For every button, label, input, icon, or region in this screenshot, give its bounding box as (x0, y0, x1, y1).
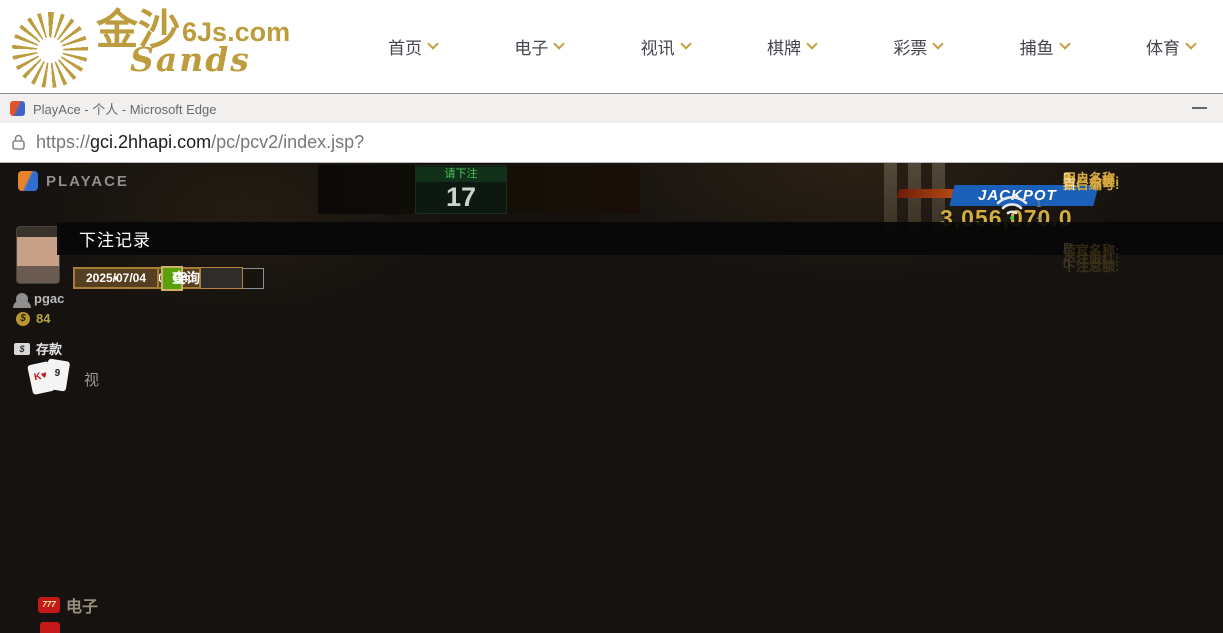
user-info-panel-dim: 荷官名称: R 下注限红: 2 下注总额: 0 (1063, 240, 1223, 256)
avatar (16, 226, 60, 284)
timer-countdown: 17 (416, 182, 506, 213)
modal-title: 下注记录 (57, 222, 1223, 255)
nav-item[interactable]: 棋牌 (767, 34, 816, 59)
chevron-down-icon (806, 38, 817, 49)
brand-logo: 金沙 6Js.com Sands (0, 6, 352, 88)
brand-name-en: Sands (130, 40, 290, 79)
balance-row: $ 84 (16, 311, 50, 326)
screen: 金沙 6Js.com Sands 首页 电子 视讯 棋牌 彩票 捕鱼 体育 (0, 0, 1223, 633)
timer-label: 请下注 (416, 167, 506, 182)
money-bag-icon: $ (16, 312, 30, 326)
search-form: 局号 订单号 平台类型 1.全部 下注时间 (美东) 20 (57, 255, 73, 330)
chevron-down-icon (1059, 38, 1070, 49)
chevron-down-icon (554, 38, 565, 49)
chevron-down-icon (933, 38, 944, 49)
playace-logo: PLAYACE (18, 171, 129, 191)
nav-item[interactable]: 首页 (388, 34, 437, 59)
minimize-button[interactable] (1192, 107, 1207, 109)
bet-timer-bar: 请下注 17 (318, 165, 640, 214)
top-nav: 首页 电子 视讯 棋牌 彩票 捕鱼 体育 (352, 34, 1223, 59)
nav-item[interactable]: 捕鱼 (1020, 34, 1069, 59)
url-text: https://gci.2hhapi.com/pc/pcv2/index.jsp… (36, 132, 364, 153)
nav-item[interactable]: 彩票 (893, 34, 942, 59)
person-icon (16, 293, 28, 305)
chevron-down-icon (680, 38, 691, 49)
decor-pillar (884, 163, 897, 231)
url-bar[interactable]: https://gci.2hhapi.com/pc/pcv2/index.jsp… (0, 123, 1223, 163)
bet-timer: 请下注 17 (415, 165, 507, 214)
game-page: PLAYACE 请下注 17 JACKPOT 3,056,070.0 1 ·2 … (0, 163, 1223, 633)
browser-titlebar: PlayAce - 个人 - Microsoft Edge (0, 93, 1223, 123)
date-to-picker[interactable]: 2025/07/04 (73, 267, 159, 289)
chevron-down-icon (1185, 38, 1196, 49)
browser-favicon (10, 101, 25, 116)
search-button[interactable]: 查询 (161, 266, 183, 291)
nav-item[interactable]: 视讯 (641, 34, 690, 59)
wifi-icon (995, 191, 1029, 221)
nav-item[interactable]: 体育 (1146, 34, 1195, 59)
deposit-icon: $ (14, 343, 30, 355)
deposit-button[interactable]: $ 存款 (14, 339, 62, 358)
sun-logo-icon (12, 12, 88, 88)
lock-icon (11, 134, 26, 151)
chevron-down-icon (427, 38, 438, 49)
window-title: PlayAce - 个人 - Microsoft Edge (33, 99, 217, 118)
nav-item[interactable]: 电子 (514, 34, 563, 59)
playace-icon (18, 171, 38, 191)
bet-records-modal: 下注记录 局号 订单号 (57, 222, 1223, 633)
user-info-panel: 用户名称: p 账户余额: 8 桌台编号: 百 (1063, 168, 1223, 174)
site-header: 金沙 6Js.com Sands 首页 电子 视讯 棋牌 彩票 捕鱼 体育 (0, 0, 1223, 93)
